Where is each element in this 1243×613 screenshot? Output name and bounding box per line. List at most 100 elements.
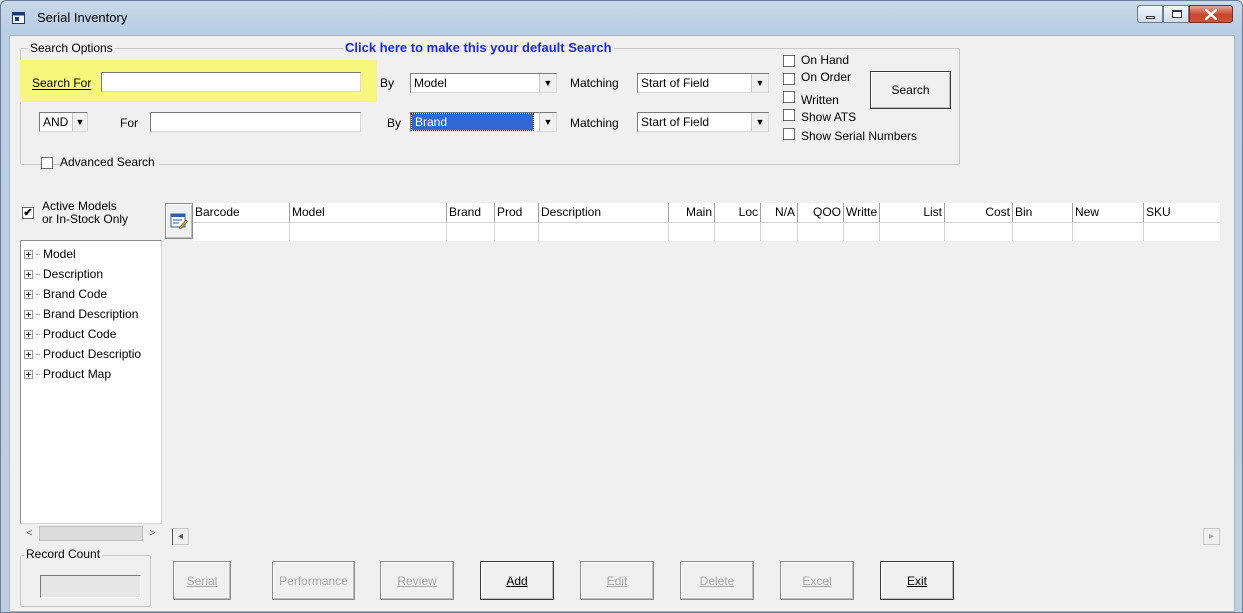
default-search-link[interactable]: Click here to make this your default Sea… [343,40,614,55]
col-model[interactable]: Model [290,203,447,223]
col-barcode[interactable]: Barcode [193,203,290,223]
tree-scroll-thumb[interactable] [39,526,143,541]
window-title: Serial Inventory [37,10,128,25]
matching-label-2: Matching [570,116,619,130]
app-window: Serial Inventory Search Options Click he… [0,0,1243,613]
scroll-right-icon[interactable]: > [144,525,161,542]
written-checkbox[interactable] [783,91,795,103]
on-hand-checkbox[interactable] [783,55,795,67]
expand-icon[interactable] [24,369,33,379]
table-row[interactable] [193,223,1220,241]
scroll-right-icon[interactable]: ▸ [1203,528,1220,545]
edit-button[interactable]: Edit [580,561,654,600]
col-cost[interactable]: Cost [945,203,1013,223]
col-prod[interactable]: Prod [495,203,539,223]
minimize-button[interactable] [1137,5,1163,23]
chevron-down-icon[interactable]: ▼ [539,113,556,131]
matching-value-2: Start of Field [641,115,710,129]
tree-item-brand-code[interactable]: Brand Code [24,284,107,304]
window-app-icon [12,12,25,24]
maximize-button[interactable] [1163,5,1189,23]
add-button[interactable]: Add [480,561,554,600]
performance-button[interactable]: Performance [272,561,355,600]
col-sku[interactable]: SKU [1144,203,1220,223]
advanced-search-checkbox[interactable] [41,157,53,169]
col-written[interactable]: Writte [844,203,880,223]
by-label-1: By [380,76,395,90]
tree-item-product-map[interactable]: Product Map [24,364,111,384]
scroll-left-icon[interactable]: ◂ [172,528,189,545]
col-main[interactable]: Main [669,203,715,223]
chevron-down-icon[interactable]: ▼ [539,74,556,92]
chevron-down-icon[interactable]: ▼ [751,113,768,131]
col-bin[interactable]: Bin [1013,203,1073,223]
expand-icon[interactable] [24,249,33,259]
operator-select[interactable]: AND ▼ [39,112,88,132]
expand-icon[interactable] [24,289,33,299]
col-description[interactable]: Description [539,203,669,223]
col-loc[interactable]: Loc [715,203,761,223]
operator-value: AND [43,115,69,129]
show-ats-checkbox[interactable] [783,109,795,121]
expand-icon[interactable] [24,269,33,279]
client-area: Search Options Click here to make this y… [9,35,1235,612]
grid-scrollbar[interactable]: ◂ ▸ [168,528,1220,545]
delete-button[interactable]: Delete [680,561,754,600]
excel-button[interactable]: Excel [780,561,854,600]
search-for-label: Search For [32,76,92,90]
active-models-label-line2: or In-Stock Only [42,212,129,226]
minimize-icon [1146,16,1155,19]
record-count-legend: Record Count [24,547,103,561]
tree-item-description[interactable]: Description [24,264,103,284]
active-models-checkbox[interactable]: ✔ [22,207,34,219]
close-icon [1205,9,1217,20]
for-label: For [120,116,138,130]
matching-select-2[interactable]: Start of Field ▼ [637,112,769,132]
for-input[interactable] [150,112,361,132]
tree-item-model[interactable]: Model [24,244,76,264]
matching-value-1: Start of Field [641,76,710,90]
search-for-input[interactable] [101,72,361,92]
matching-label-1: Matching [570,76,619,90]
col-qoo[interactable]: QOO [798,203,844,223]
on-hand-label: On Hand [801,53,850,67]
category-tree[interactable]: Model Description Brand Code Brand Descr… [20,240,162,524]
tree-item-product-code[interactable]: Product Code [24,324,116,344]
show-serial-numbers-label: Show Serial Numbers [801,129,918,143]
expand-icon[interactable] [24,329,33,339]
search-button[interactable]: Search [870,71,951,109]
expand-icon[interactable] [24,309,33,319]
tree-scrollbar[interactable]: < > [21,525,161,542]
advanced-search-label: Advanced Search [60,155,159,169]
on-order-checkbox[interactable] [783,73,795,85]
grid-settings-icon [170,213,188,230]
chevron-down-icon[interactable]: ▼ [72,113,87,131]
matching-select-1[interactable]: Start of Field ▼ [637,73,769,93]
by-label-2: By [387,116,402,130]
on-order-label: On Order [801,70,852,84]
col-list[interactable]: List [880,203,945,223]
review-button[interactable]: Review [380,561,454,600]
title-bar[interactable]: Serial Inventory [1,1,1242,35]
exit-button[interactable]: Exit [880,561,954,600]
col-new[interactable]: New [1073,203,1144,223]
serial-button[interactable]: Serial [173,561,231,600]
scroll-left-icon[interactable]: < [21,525,38,542]
window-controls [1137,5,1233,23]
close-button[interactable] [1189,5,1233,23]
tree-item-product-description[interactable]: Product Descriptio [24,344,141,364]
tree-item-brand-description[interactable]: Brand Description [24,304,138,324]
search-by-select[interactable]: Model ▼ [410,73,557,93]
chevron-down-icon[interactable]: ▼ [751,74,768,92]
show-ats-label: Show ATS [801,110,857,124]
inventory-grid[interactable]: Barcode Model Brand Prod Description Mai… [165,203,1220,528]
for-by-select[interactable]: Brand ▼ [410,112,557,132]
grid-header: Barcode Model Brand Prod Description Mai… [193,203,1220,223]
col-na[interactable]: N/A [761,203,798,223]
grid-settings-button[interactable] [165,203,193,239]
show-serial-numbers-checkbox[interactable] [783,128,795,140]
maximize-icon [1172,10,1182,18]
expand-icon[interactable] [24,349,33,359]
col-brand[interactable]: Brand [447,203,495,223]
record-count-value [40,575,141,598]
